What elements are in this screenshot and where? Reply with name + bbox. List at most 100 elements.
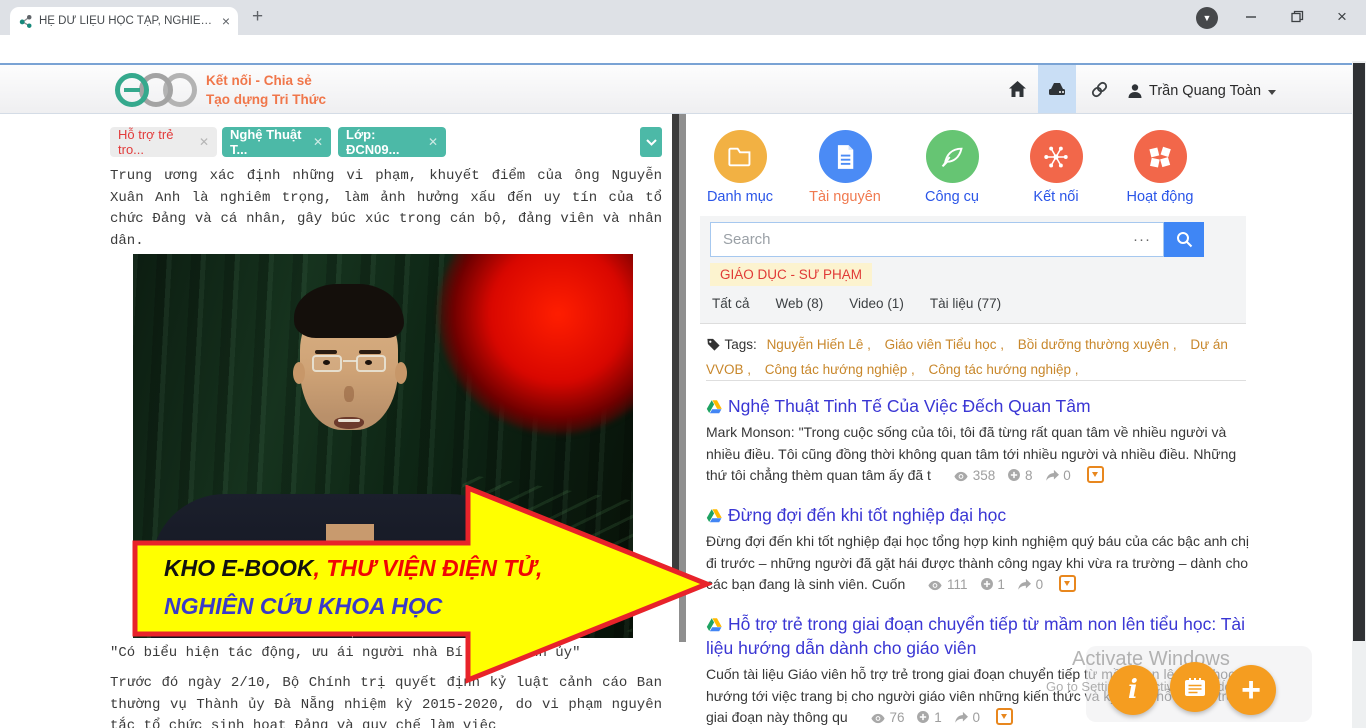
category-badge[interactable]: GIÁO DỤC - SƯ PHẠM xyxy=(710,263,872,286)
nav-label: Hoạt động xyxy=(1105,189,1215,205)
search-input[interactable] xyxy=(711,231,1133,248)
filter-web[interactable]: Web (8) xyxy=(776,296,824,311)
window-close-button[interactable]: × xyxy=(1337,7,1347,27)
site-favicon xyxy=(18,13,33,29)
eco-logo[interactable] xyxy=(112,70,204,110)
tab-title: HỆ DỮ LIỆU HỌC TẬP, NGHIÊN C xyxy=(39,15,216,27)
views-stat: 358 xyxy=(953,468,995,483)
download-icon[interactable] xyxy=(1087,466,1104,483)
reader-tab-label: Nghệ Thuật T... xyxy=(230,127,305,157)
browser-window: HỆ DỮ LIỆU HỌC TẬP, NGHIÊN C × + ▼ × ← →… xyxy=(0,0,1366,728)
tab-overflow-button[interactable] xyxy=(640,127,662,157)
result-description: Đừng đợi đến khi tốt nghiệp đại học tổng… xyxy=(706,531,1251,596)
search-options-icon[interactable]: ··· xyxy=(1133,231,1163,248)
link-icon[interactable] xyxy=(1090,80,1109,104)
result-title-link[interactable]: Nghệ Thuật Tinh Tế Của Việc Đếch Quan Tâ… xyxy=(728,396,1091,416)
result-description: Mark Monson: "Trong cuộc sống của tôi, t… xyxy=(706,422,1251,487)
nav-cong-cu[interactable]: Công cụ xyxy=(897,130,1007,205)
reader-tab-2[interactable]: Nghệ Thuật T... ✕ xyxy=(222,127,331,157)
reader-tab-label: Hỗ trợ trẻ tro... xyxy=(118,127,191,157)
promo-banner-text: KHO E-BOOK, THƯ VIỆN ĐIỆN TỬ, NGHIÊN CỨU… xyxy=(164,549,542,625)
window-restore-button[interactable] xyxy=(1290,9,1304,27)
page-scrollbar-thumb[interactable] xyxy=(1353,63,1365,641)
tag-link[interactable]: Công tác hướng nghiệp , xyxy=(765,362,915,377)
tagline-2: Tạo dựng Tri Thức xyxy=(206,90,326,109)
logo-taglines: Kết nối - Chia sẻ Tạo dựng Tri Thức xyxy=(206,71,326,109)
notepad-icon xyxy=(1183,676,1207,698)
home-icon[interactable] xyxy=(1008,80,1027,103)
shares-stat: 0 xyxy=(1017,577,1043,592)
user-name: Trần Quang Toàn xyxy=(1149,83,1261,99)
shares-stat: 0 xyxy=(954,710,980,725)
reader-tab-1[interactable]: Hỗ trợ trẻ tro... ✕ xyxy=(110,127,217,157)
tagline-1: Kết nối - Chia sẻ xyxy=(206,71,326,90)
nav-label: Danh mục xyxy=(685,189,795,205)
add-fab-button[interactable]: + xyxy=(1226,665,1276,715)
result-stats: 76 1 0 xyxy=(858,709,1013,725)
chevron-down-icon xyxy=(646,139,657,146)
download-icon[interactable] xyxy=(996,708,1013,725)
download-icon[interactable] xyxy=(1059,575,1076,592)
tags-label: Tags: xyxy=(725,337,757,352)
shares-stat: 0 xyxy=(1045,468,1071,483)
result-title-link[interactable]: Đừng đợi đến khi tốt nghiệp đại học xyxy=(728,505,1006,525)
nav-ket-noi[interactable]: Kết nối xyxy=(1001,130,1111,205)
tag-link[interactable]: Bồi dưỡng thường xuyên , xyxy=(1018,337,1177,352)
folder-icon xyxy=(714,130,767,183)
adds-stat: 8 xyxy=(1007,468,1032,483)
tab-close-icon[interactable]: × xyxy=(222,14,230,28)
result-filters: Tất cả Web (8) Video (1) Tài liệu (77) xyxy=(712,296,1001,311)
filter-video[interactable]: Video (1) xyxy=(849,296,904,311)
papers-icon xyxy=(1134,130,1187,183)
tag-link[interactable]: Nguyễn Hiến Lê , xyxy=(767,337,871,352)
close-icon[interactable]: ✕ xyxy=(428,135,438,149)
resources-drive-button[interactable] xyxy=(1038,65,1076,113)
new-tab-button[interactable]: + xyxy=(252,6,263,28)
article-paragraph-1: Trung ương xác định những vi phạm, khuyế… xyxy=(110,166,662,253)
nav-hoat-dong[interactable]: Hoạt động xyxy=(1105,130,1215,205)
nav-label: Kết nối xyxy=(1001,189,1111,205)
close-icon[interactable]: ✕ xyxy=(199,135,209,149)
tag-link[interactable]: Công tác hướng nghiệp , xyxy=(929,362,1079,377)
banner-text-blue: NGHIÊN CỨU KHOA HỌC xyxy=(164,593,442,619)
close-icon[interactable]: ✕ xyxy=(313,135,323,149)
views-stat: 111 xyxy=(927,577,967,592)
nav-tai-nguyen[interactable]: Tài nguyên xyxy=(790,130,900,205)
search-icon xyxy=(1176,231,1193,248)
reader-tab-label: Lớp: ĐCN09... xyxy=(346,127,420,157)
drive-icon xyxy=(1047,80,1067,98)
browser-tab[interactable]: HỆ DỮ LIỆU HỌC TẬP, NGHIÊN C × xyxy=(10,7,238,35)
network-hub-icon xyxy=(1030,130,1083,183)
tag-icon xyxy=(706,337,721,352)
tag-link[interactable]: Giáo viên Tiểu học , xyxy=(885,337,1004,352)
search-result-1: Nghệ Thuật Tinh Tế Của Việc Đếch Quan Tâ… xyxy=(706,394,1251,487)
quill-icon xyxy=(926,130,979,183)
google-drive-icon xyxy=(706,399,722,414)
window-minimize-button[interactable] xyxy=(1244,9,1258,27)
divider xyxy=(706,380,1246,381)
search-button[interactable] xyxy=(1164,222,1204,257)
views-stat: 76 xyxy=(870,710,905,725)
search-box: ··· xyxy=(710,222,1164,257)
filter-all[interactable]: Tất cả xyxy=(712,296,750,311)
search-result-2: Đừng đợi đến khi tốt nghiệp đại học Đừng… xyxy=(706,503,1251,596)
media-control-icon[interactable]: ▼ xyxy=(1196,7,1218,29)
nav-danh-muc[interactable]: Danh mục xyxy=(685,130,795,205)
banner-text-black: KHO E-BOOK xyxy=(164,555,314,581)
result-stats: 111 1 0 xyxy=(915,576,1076,592)
address-bar: ← → Not secure | elearningdttec.phanmemd… xyxy=(0,35,1366,63)
result-stats: 358 8 0 xyxy=(941,467,1104,483)
user-menu[interactable]: Trần Quang Toàn xyxy=(1127,83,1276,99)
tags-row: Tags: Nguyễn Hiến Lê , Giáo viên Tiểu họ… xyxy=(706,332,1248,382)
adds-stat: 1 xyxy=(916,710,941,725)
nav-label: Công cụ xyxy=(897,189,1007,205)
user-icon xyxy=(1127,83,1143,99)
tab-strip: HỆ DỮ LIỆU HỌC TẬP, NGHIÊN C × + ▼ × xyxy=(0,0,1366,35)
filter-tailieu[interactable]: Tài liệu (77) xyxy=(930,296,1001,311)
nav-label: Tài nguyên xyxy=(790,189,900,205)
notes-fab-button[interactable] xyxy=(1170,662,1220,712)
adds-stat: 1 xyxy=(980,577,1005,592)
document-icon xyxy=(819,130,872,183)
info-fab-button[interactable]: i xyxy=(1108,665,1158,715)
reader-tab-3[interactable]: Lớp: ĐCN09... ✕ xyxy=(338,127,446,157)
